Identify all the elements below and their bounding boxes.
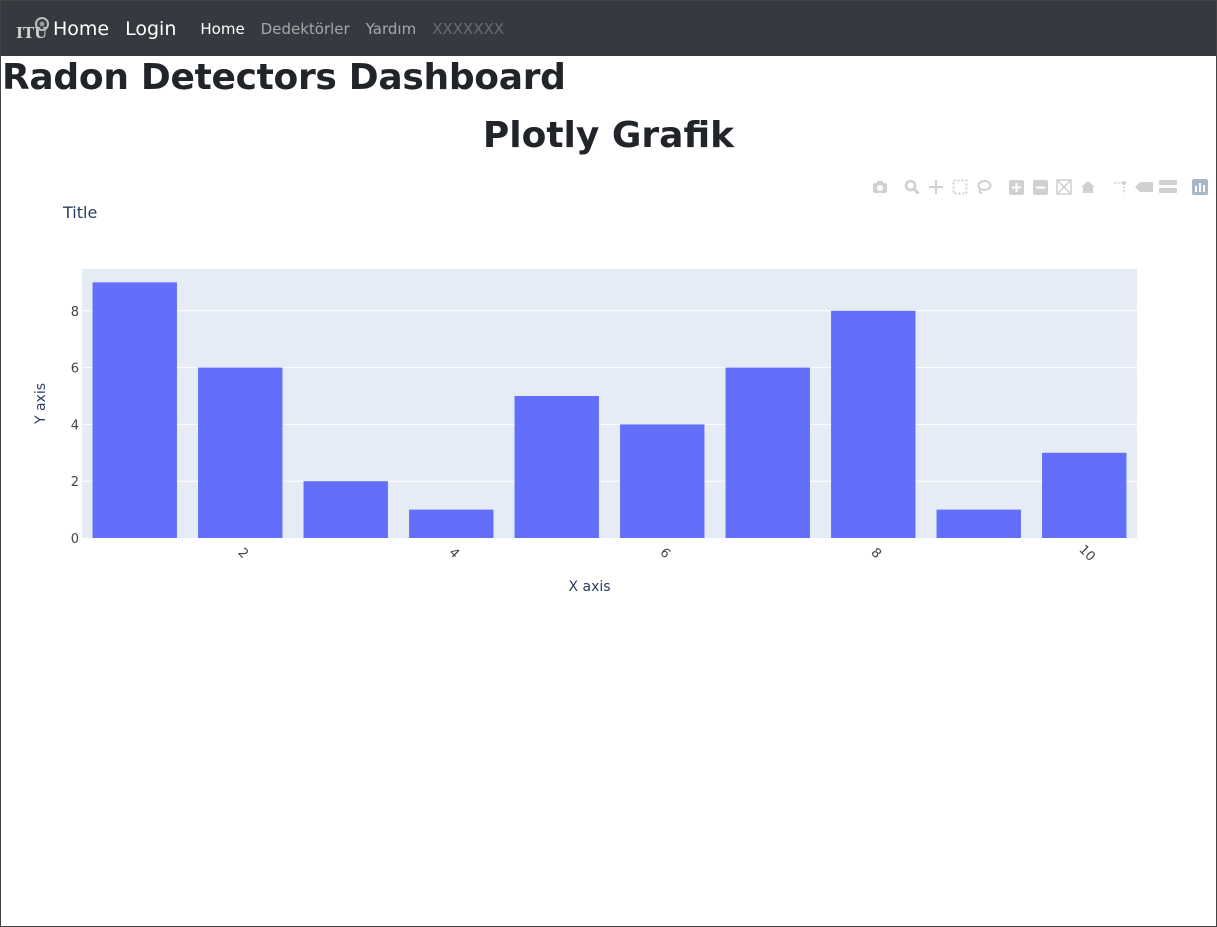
page-title: Radon Detectors Dashboard (2, 57, 566, 98)
y-tick-label: 4 (71, 418, 79, 433)
y-axis-label: Y axis (33, 383, 49, 425)
bar[interactable] (725, 367, 810, 538)
brand-home-link[interactable]: Home (53, 18, 109, 40)
login-link[interactable]: Login (125, 18, 176, 40)
navbar: ITU Home Login Home Dedektörler Yardım X… (1, 1, 1216, 56)
bar[interactable] (92, 282, 177, 538)
bar[interactable] (620, 424, 705, 538)
x-axis-label: X axis (568, 579, 610, 595)
x-tick-label: 8 (867, 545, 883, 561)
nav-link-disabled: XXXXXXX (432, 19, 505, 38)
itu-logo-icon: ITU (16, 16, 49, 42)
nav-link-yardim[interactable]: Yardım (366, 20, 417, 38)
chart-title: Title (62, 203, 97, 222)
browser-viewport: ITU Home Login Home Dedektörler Yardım X… (0, 0, 1217, 927)
bar-chart[interactable]: 0 2 4 6 8 2 4 6 8 10 Title X axis Y axis (1, 191, 1216, 611)
navbar-brand[interactable]: ITU Home (15, 12, 109, 46)
svg-text:ITU: ITU (16, 24, 47, 42)
nav-link-home[interactable]: Home (200, 20, 244, 38)
y-tick-label: 8 (71, 305, 79, 320)
bar[interactable] (1042, 452, 1127, 538)
y-tick-label: 0 (71, 532, 79, 547)
graph-heading: Plotly Grafik (482, 115, 735, 156)
x-tick-label: 4 (445, 545, 461, 561)
bar[interactable] (303, 481, 388, 538)
nav-link-dedektorler[interactable]: Dedektörler (261, 20, 350, 38)
y-tick-label: 2 (71, 475, 79, 490)
bar[interactable] (514, 395, 599, 538)
bar[interactable] (409, 509, 494, 538)
x-tick-label: 10 (1076, 542, 1098, 564)
bar[interactable] (831, 310, 916, 538)
bar[interactable] (198, 367, 283, 538)
y-tick-label: 6 (71, 362, 79, 377)
x-tick-label: 6 (656, 545, 672, 561)
nav-links: Home Dedektörler Yardım XXXXXXX (200, 20, 520, 38)
bar[interactable] (936, 509, 1021, 538)
x-tick-label: 2 (234, 545, 250, 561)
